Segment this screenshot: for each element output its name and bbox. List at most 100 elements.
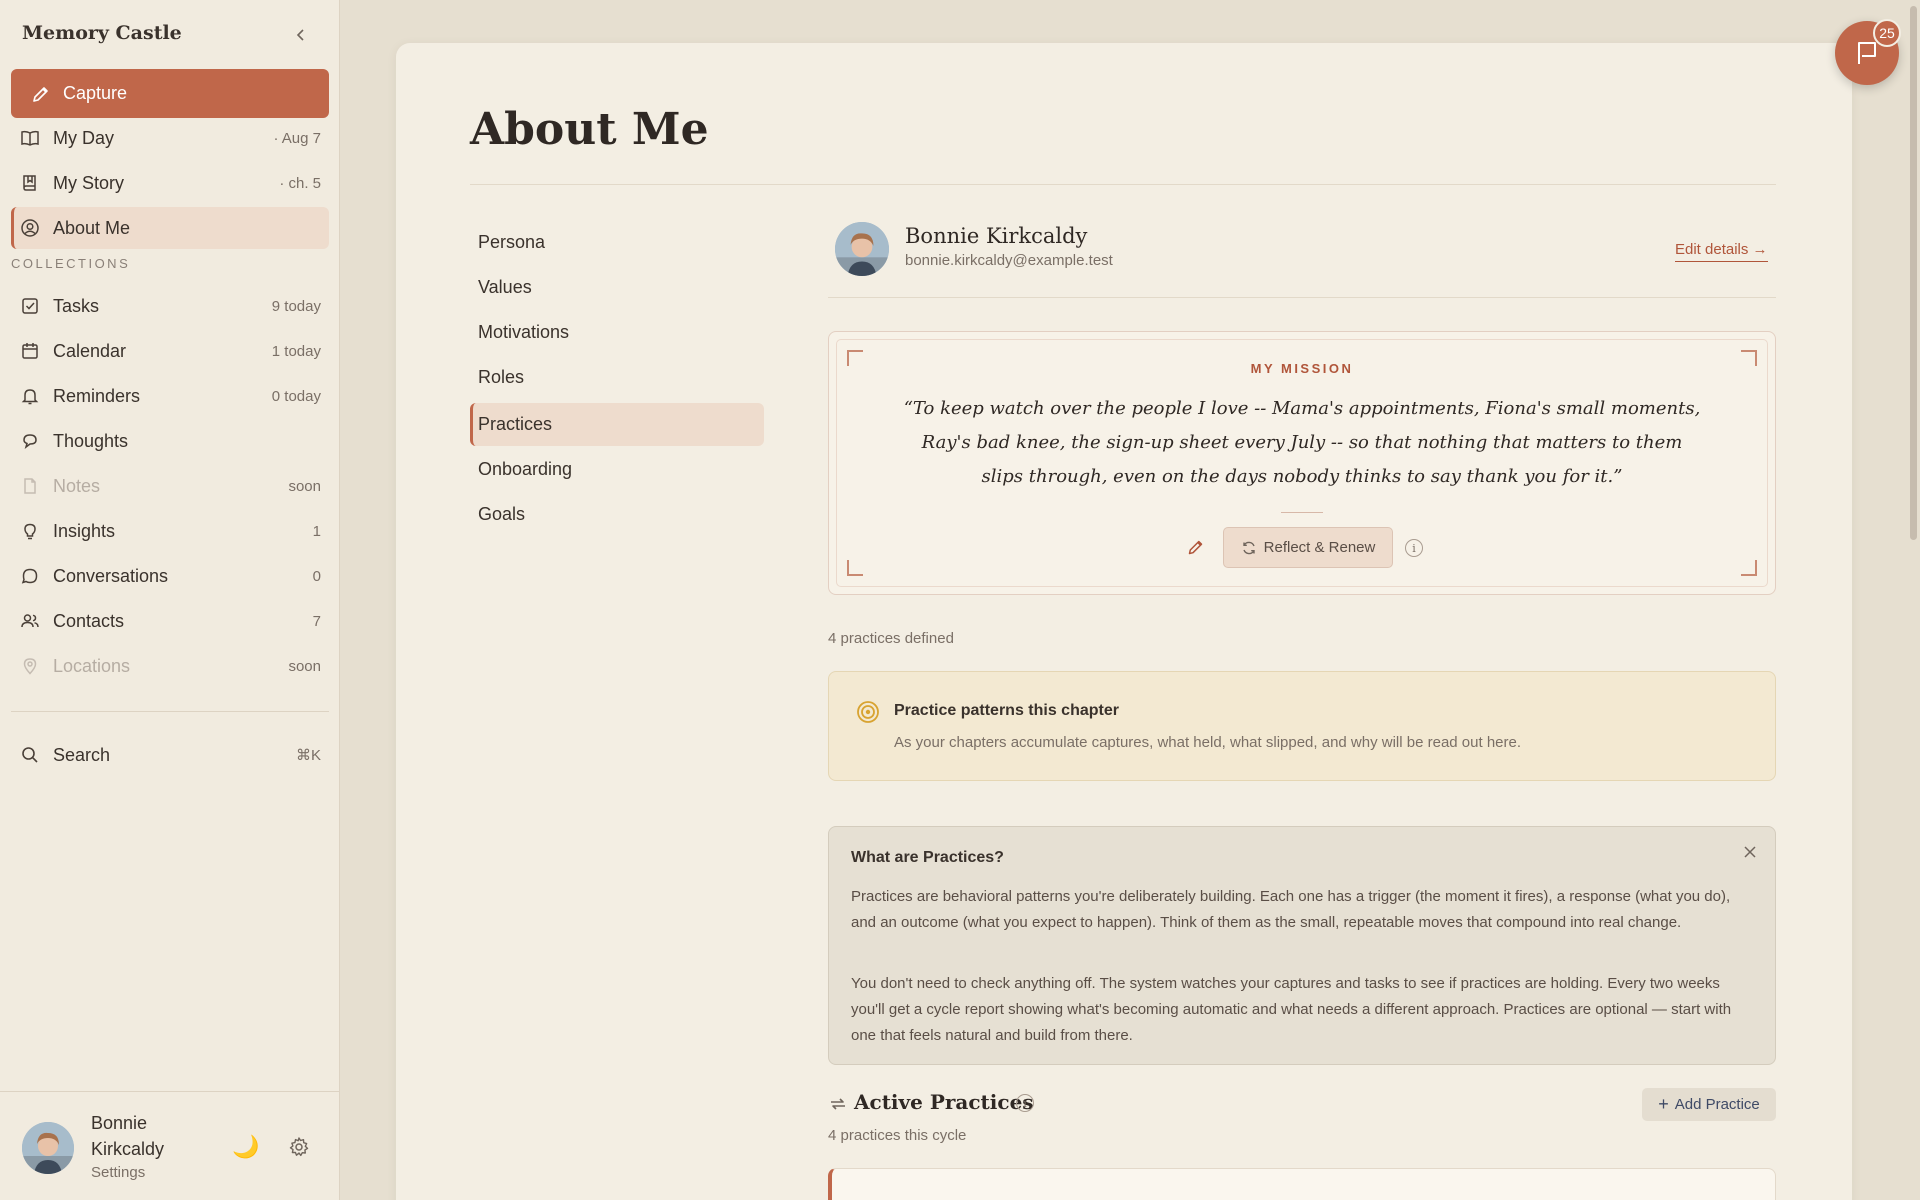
profile-avatar <box>835 222 889 276</box>
calendar-icon <box>19 340 41 362</box>
app-name: Memory Castle <box>22 22 182 44</box>
what-are-paragraph: Practices are behavioral patterns you're… <box>851 888 1731 931</box>
sidebar-item-label: Contacts <box>53 610 125 631</box>
avatar[interactable] <box>22 1122 74 1174</box>
patterns-title: Practice patterns this chapter <box>894 702 1119 719</box>
sidebar-item-meta: soon <box>288 657 321 675</box>
pencil-icon <box>33 86 48 102</box>
subnav-item-practices[interactable]: Practices <box>470 403 764 446</box>
sidebar-item-calendar[interactable]: Calendar 1 today <box>11 330 329 372</box>
user-circle-icon <box>19 217 41 239</box>
sidebar-item-meta: 1 <box>312 522 321 540</box>
search-icon <box>19 744 41 766</box>
sidebar-item-tasks[interactable]: Tasks 9 today <box>11 285 329 327</box>
active-practices-info-icon[interactable]: i <box>1016 1094 1034 1112</box>
search-button[interactable]: Search ⌘K <box>11 734 329 776</box>
subnav-item-persona[interactable]: Persona <box>470 221 764 264</box>
capture-label: Capture <box>63 83 128 103</box>
lightbulb-icon <box>19 520 41 542</box>
mission-card: MY MISSION “To keep watch over the peopl… <box>828 331 1776 595</box>
profile-divider <box>828 297 1776 298</box>
add-practice-label: Add Practice <box>1674 1096 1760 1113</box>
edit-mission-pencil-icon[interactable] <box>1187 538 1205 556</box>
subnav-item-onboarding[interactable]: Onboarding <box>470 448 764 491</box>
sidebar-item-conversations[interactable]: Conversations 0 <box>11 555 329 597</box>
sidebar-item-label: Conversations <box>53 565 169 586</box>
sidebar-item-locations: Locations soon <box>11 645 329 687</box>
capture-button[interactable]: Capture <box>11 69 329 118</box>
mission-label: MY MISSION <box>1250 361 1354 376</box>
user-profile-block[interactable]: Bonnie Kirkcaldy Settings 🌙 <box>0 1091 340 1200</box>
mission-info-icon[interactable]: i <box>1405 539 1423 557</box>
people-icon <box>19 610 41 632</box>
mission-divider <box>1281 512 1323 513</box>
subnav-item-goals[interactable]: Goals <box>470 493 764 536</box>
search-shortcut: ⌘K <box>295 747 321 764</box>
corner-ornament <box>847 560 863 576</box>
subnav-item-roles[interactable]: Roles <box>470 356 764 399</box>
sidebar-item-meta: 9 today <box>271 297 321 315</box>
sidebar-item-thoughts[interactable]: Thoughts <box>11 420 329 462</box>
checkbox-icon <box>19 295 41 317</box>
target-icon <box>856 700 880 724</box>
sidebar-divider <box>11 711 329 712</box>
collections-heading: COLLECTIONS <box>11 256 131 271</box>
what-are-paragraph: You don't need to check anything off. Th… <box>851 975 1732 1044</box>
active-practices-title: Active Practices <box>854 1090 1034 1114</box>
sidebar-item-label: My Story <box>53 172 125 193</box>
sidebar-item-label: Tasks <box>53 295 100 316</box>
sidebar-item-meta: 1 today <box>271 342 321 360</box>
sidebar-item-contacts[interactable]: Contacts 7 <box>11 600 329 642</box>
reflect-renew-label: Reflect & Renew <box>1263 539 1376 556</box>
scrollbar-thumb[interactable] <box>1910 6 1917 540</box>
book-open-icon <box>19 127 41 149</box>
sidebar-item-meta: · ch. 5 <box>279 174 321 192</box>
feedback-count-badge: 25 <box>1873 19 1901 47</box>
sidebar-item-label: Reminders <box>53 385 141 406</box>
edit-details-link[interactable]: Edit details → <box>1675 241 1768 262</box>
add-practice-button[interactable]: + Add Practice <box>1642 1088 1776 1121</box>
sidebar-item-meta: soon <box>288 477 321 495</box>
gear-icon[interactable] <box>288 1136 310 1158</box>
practices-count: 4 practices defined <box>828 630 954 647</box>
sidebar-item-meta: 7 <box>312 612 321 630</box>
book-icon <box>19 172 41 194</box>
active-practices-subtitle: 4 practices this cycle <box>828 1127 967 1144</box>
search-label: Search <box>53 744 111 765</box>
subnav-item-motivations[interactable]: Motivations <box>470 311 764 354</box>
sidebar-item-label: Calendar <box>53 340 127 361</box>
collapse-sidebar-button[interactable] <box>290 24 312 46</box>
mission-quote: “To keep watch over the people I love --… <box>903 398 1701 487</box>
plus-icon: + <box>1658 1094 1669 1114</box>
what-are-practices-card: What are Practices? Practices are behavi… <box>828 826 1776 1065</box>
sidebar-item-reminders[interactable]: Reminders 0 today <box>11 375 329 417</box>
practice-card[interactable] <box>828 1168 1776 1200</box>
map-pin-icon <box>19 655 41 677</box>
sidebar-item-about-me[interactable]: About Me <box>11 207 329 249</box>
sidebar-item-meta: 0 <box>312 567 321 585</box>
moon-icon[interactable]: 🌙 <box>232 1134 259 1160</box>
what-are-title: What are Practices? <box>851 849 1004 866</box>
sidebar-item-label: Notes <box>53 475 101 496</box>
reflect-renew-button[interactable]: Reflect & Renew <box>1223 527 1393 568</box>
sidebar-item-insights[interactable]: Insights 1 <box>11 510 329 552</box>
sidebar-item-my-day[interactable]: My Day · Aug 7 <box>11 117 329 159</box>
chevron-left-icon <box>296 29 304 41</box>
sidebar-item-label: Locations <box>53 655 131 676</box>
subnav-item-values[interactable]: Values <box>470 266 764 309</box>
corner-ornament <box>1741 560 1757 576</box>
sidebar: Memory Castle Capture My Day · Aug 7 My … <box>0 0 340 1200</box>
close-icon[interactable] <box>1743 845 1757 859</box>
chat-icon <box>19 565 41 587</box>
patterns-description: As your chapters accumulate captures, wh… <box>894 734 1522 751</box>
settings-link[interactable]: Settings <box>91 1164 145 1181</box>
profile-email: bonnie.kirkcaldy@example.test <box>905 252 1113 269</box>
profile-name: Bonnie Kirkcaldy <box>905 224 1088 248</box>
page-title: About Me <box>470 104 709 155</box>
speech-bubble-icon <box>19 430 41 452</box>
sidebar-item-my-story[interactable]: My Story · ch. 5 <box>11 162 329 204</box>
refresh-icon <box>1242 541 1255 554</box>
sidebar-item-label: About Me <box>53 217 131 238</box>
sidebar-item-label: Insights <box>53 520 116 541</box>
title-divider <box>470 184 1776 185</box>
